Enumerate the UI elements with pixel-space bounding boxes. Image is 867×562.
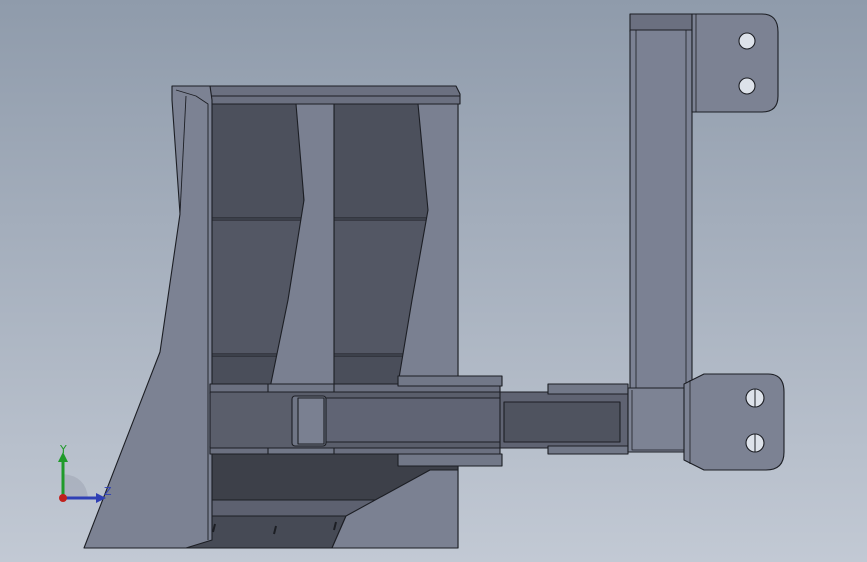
bucket-upper-cavity-left	[209, 103, 306, 219]
arm-tube-bottom-strip	[547, 445, 629, 455]
arm-main-face	[323, 397, 503, 443]
coordinate-triad: Y Z	[50, 438, 120, 508]
upper-mount-bracket[interactable]	[691, 13, 779, 113]
arm-joint-block-inner	[297, 397, 325, 445]
y-axis-label: Y	[60, 443, 67, 456]
bucket-top-lip	[205, 85, 461, 105]
lower-mount-bracket[interactable]	[683, 373, 785, 471]
mast-base-block[interactable]	[627, 387, 693, 453]
upper-bracket-hole-top	[738, 32, 756, 50]
arm-tube-top-strip	[547, 383, 629, 395]
z-axis-label: Z	[104, 485, 112, 498]
triad-xy-plane	[63, 474, 88, 498]
bucket-upper-cavity-right	[333, 103, 431, 219]
upper-bracket-hole-bottom	[738, 77, 756, 95]
x-axis-dot	[59, 494, 67, 502]
arm-top-tab-left	[267, 383, 335, 393]
cad-viewport[interactable]: Y Z	[0, 0, 867, 562]
arm-bottom-tab-right	[397, 453, 503, 467]
mast-column[interactable]	[629, 29, 693, 391]
bucket-assembly-model[interactable]	[0, 0, 867, 562]
mast-top-cap	[629, 13, 693, 33]
arm-tube-inner	[503, 401, 621, 443]
arm-top-tab-right	[397, 375, 503, 387]
